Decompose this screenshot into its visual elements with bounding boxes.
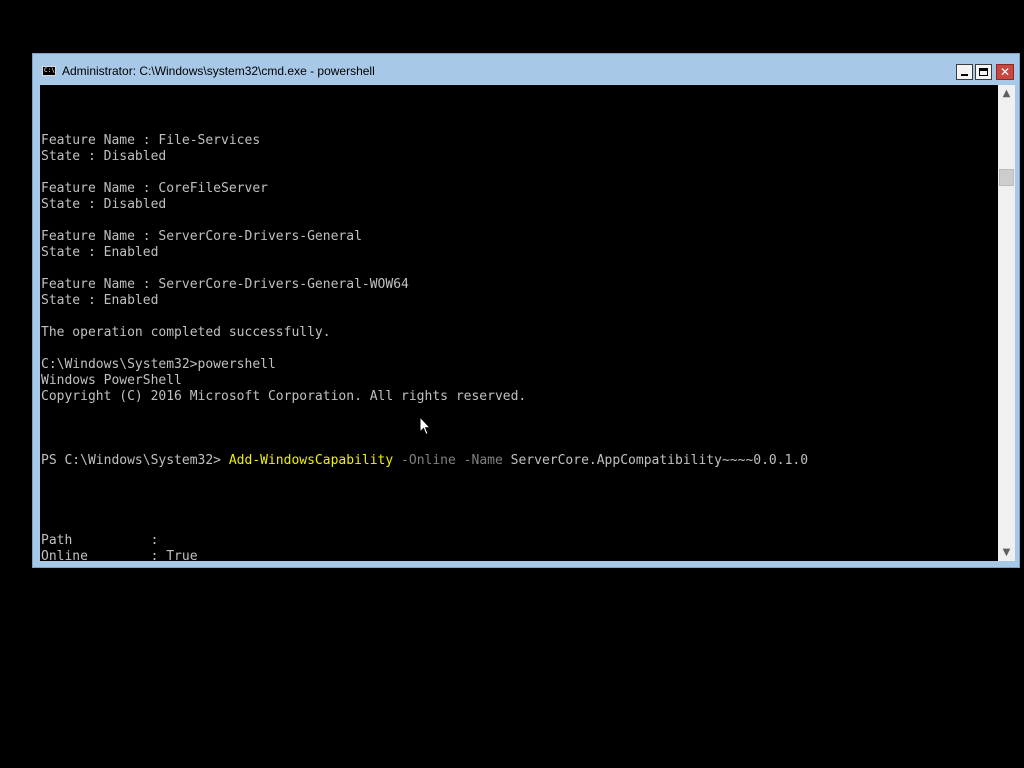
vertical-scrollbar[interactable]: ▲ ▼ xyxy=(998,85,1015,561)
param-online: -Online xyxy=(393,453,456,468)
console-line: Feature Name : File-Services xyxy=(41,133,261,148)
close-icon: ✕ xyxy=(999,65,1011,79)
cmd-app-icon[interactable]: C:\ xyxy=(42,66,56,76)
console-line: State : Disabled xyxy=(41,149,167,164)
console-window: C:\ Administrator: C:\Windows\system32\c… xyxy=(32,53,1020,568)
console-line: Windows PowerShell xyxy=(41,373,182,388)
minimize-button[interactable] xyxy=(956,64,973,80)
command-prompt: PS C:\Windows\System32> xyxy=(41,453,229,468)
console-line: C:\Windows\System32>powershell xyxy=(41,357,276,372)
mouse-pointer-icon xyxy=(419,416,431,436)
scroll-down-button[interactable]: ▼ xyxy=(998,544,1015,561)
scroll-down-arrow-icon: ▼ xyxy=(1002,547,1011,558)
console-line: Feature Name : ServerCore-Drivers-Genera… xyxy=(41,277,409,292)
console-line: The operation completed successfully. xyxy=(41,325,331,340)
console-line: Path : xyxy=(41,533,159,548)
console-line: State : Enabled xyxy=(41,293,159,308)
console-output-lines: Path :Online : TrueRestartNeeded : False… xyxy=(41,501,808,561)
param-name: -Name xyxy=(455,453,503,468)
console-output[interactable]: Feature Name : File-Services State : Disa… xyxy=(40,85,998,561)
maximize-button[interactable] xyxy=(975,64,992,80)
minimize-icon xyxy=(961,74,968,76)
console-line: State : Disabled xyxy=(41,197,167,212)
param-name-value: ServerCore.AppCompatibility~~~~0.0.1.0 xyxy=(502,453,809,468)
maximize-icon xyxy=(979,68,988,76)
cmdlet-name: Add-WindowsCapability xyxy=(228,453,394,468)
desktop: C:\ Administrator: C:\Windows\system32\c… xyxy=(0,0,1024,768)
command-line: PS C:\Windows\System32> Add-WindowsCapab… xyxy=(41,453,808,469)
close-button[interactable]: ✕ xyxy=(996,64,1014,80)
console-line: Feature Name : CoreFileServer xyxy=(41,181,268,196)
scroll-up-arrow-icon: ▲ xyxy=(1002,88,1011,99)
console-line: Feature Name : ServerCore-Drivers-Genera… xyxy=(41,229,362,244)
scroll-thumb[interactable] xyxy=(999,169,1014,186)
console-text: Feature Name : File-Services State : Disa… xyxy=(41,101,808,561)
window-title: Administrator: C:\Windows\system32\cmd.e… xyxy=(62,64,375,78)
scroll-up-button[interactable]: ▲ xyxy=(998,85,1015,102)
console-line: Copyright (C) 2016 Microsoft Corporation… xyxy=(41,389,527,404)
console-line: State : Enabled xyxy=(41,245,159,260)
title-bar[interactable]: C:\ Administrator: C:\Windows\system32\c… xyxy=(33,54,1019,85)
console-line: Online : True xyxy=(41,549,198,561)
console-history: Feature Name : File-Services State : Disa… xyxy=(41,133,808,421)
